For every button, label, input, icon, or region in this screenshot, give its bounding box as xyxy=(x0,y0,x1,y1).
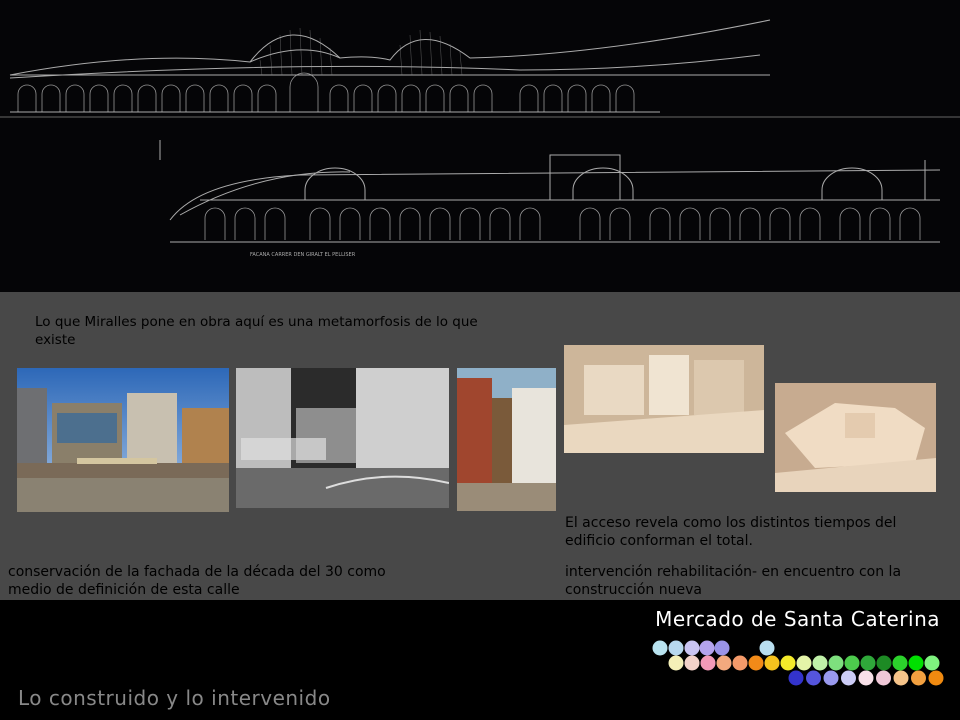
palette-dot xyxy=(892,655,908,671)
palette-dot xyxy=(876,670,891,686)
palette-dot xyxy=(911,670,926,686)
palette-dot xyxy=(684,640,700,656)
caption-right-bottom: intervención rehabilitación- en encuentr… xyxy=(565,564,902,598)
lower-arches xyxy=(204,207,921,240)
elevation-drawing-svg: FACANA CARRER DEN GIRALT EL PELLISER xyxy=(0,19,960,258)
palette-dot xyxy=(668,655,684,671)
palette-dot xyxy=(806,670,821,686)
elevation-drawing: FACANA CARRER DEN GIRALT EL PELLISER xyxy=(0,0,960,292)
slide-title: Mercado de Santa Caterina xyxy=(655,607,940,631)
palette-dot xyxy=(748,655,764,671)
palette-dot xyxy=(716,655,732,671)
palette-dot xyxy=(844,655,860,671)
upper-arches xyxy=(17,72,635,112)
palette-dot xyxy=(924,655,940,671)
palette-dot xyxy=(823,670,839,686)
model-photo-1 xyxy=(564,345,764,453)
drawing-caption: FACANA CARRER DEN GIRALT EL PELLISER xyxy=(250,252,356,258)
palette-dot xyxy=(908,655,924,671)
caption-left: conservación de la fachada de la década … xyxy=(8,564,386,598)
palette-dot xyxy=(780,655,796,671)
roof-hatching xyxy=(259,27,463,76)
palette-dot xyxy=(732,655,748,671)
palette-dot xyxy=(652,640,668,656)
palette-dot xyxy=(788,670,804,686)
palette-dot xyxy=(858,670,874,686)
intro-caption: Lo que Miralles pone en obra aquí es una… xyxy=(35,314,478,348)
palette-dot xyxy=(812,655,828,671)
palette-dot xyxy=(928,670,944,686)
palette-dot xyxy=(764,655,780,671)
palette-dot xyxy=(684,655,700,671)
palette-dot xyxy=(714,640,730,656)
street-photo-bw xyxy=(236,368,449,508)
palette-dot xyxy=(860,655,876,671)
palette-dot xyxy=(893,670,909,686)
caption-right-top: El acceso revela como los distintos tiem… xyxy=(565,515,897,549)
palette-dot xyxy=(700,655,716,671)
palette-dot xyxy=(699,640,715,656)
street-photo-color xyxy=(17,368,229,512)
street-photo-narrow xyxy=(457,368,556,511)
palette-dot xyxy=(876,655,892,671)
model-photo-2 xyxy=(775,383,936,492)
palette-dot xyxy=(796,655,812,671)
palette-dot xyxy=(828,655,844,671)
palette-dot xyxy=(668,640,684,656)
palette-dot xyxy=(841,670,856,686)
palette-dot xyxy=(759,640,775,656)
slide-subtitle: Lo construido y lo intervenido xyxy=(18,686,331,710)
